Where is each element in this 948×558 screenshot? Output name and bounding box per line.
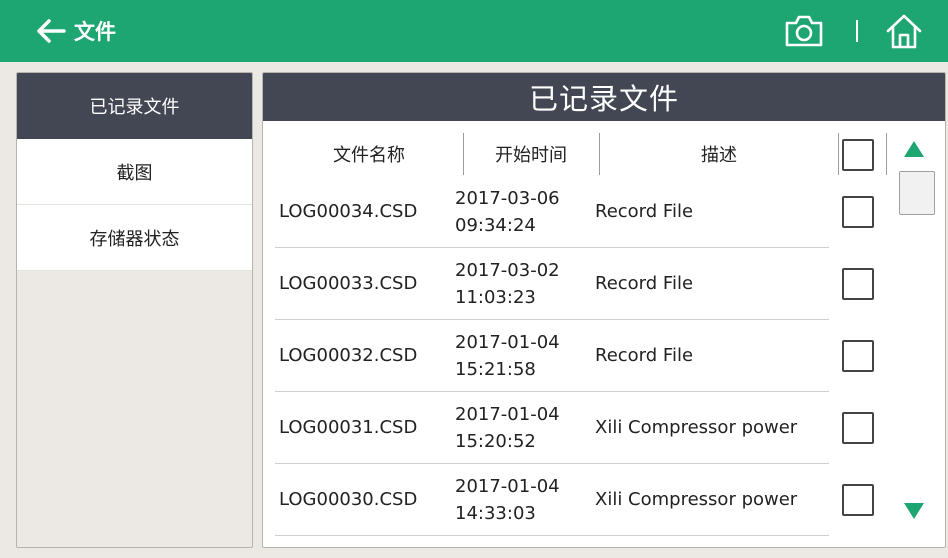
column-header-name: 文件名称 bbox=[333, 145, 405, 166]
row-checkbox[interactable] bbox=[842, 412, 874, 444]
start-clock: 14:33:03 bbox=[455, 502, 536, 524]
column-header-time: 开始时间 bbox=[495, 145, 567, 166]
file-description: Record File bbox=[595, 273, 694, 294]
file-name: LOG00034.CSD bbox=[279, 201, 418, 222]
table-row[interactable]: LOG00032.CSD 2017-01-04 15:21:58 Record … bbox=[275, 320, 829, 392]
sidebar-item-recorded-files[interactable]: 已记录文件 bbox=[17, 73, 252, 139]
scrollbar-thumb[interactable] bbox=[899, 171, 935, 215]
triangle-up-icon bbox=[903, 139, 925, 163]
toolbar-divider bbox=[856, 20, 858, 42]
file-name: LOG00031.CSD bbox=[279, 417, 418, 438]
page-title: 已记录文件 bbox=[263, 73, 945, 121]
sidebar-item-storage-status[interactable]: 存储器状态 bbox=[17, 205, 252, 271]
sidebar-item-label: 存储器状态 bbox=[89, 228, 180, 250]
file-description: Record File bbox=[595, 201, 694, 222]
table-row[interactable]: LOG00033.CSD 2017-03-02 11:03:23 Record … bbox=[275, 248, 829, 320]
start-clock: 15:21:58 bbox=[455, 358, 536, 380]
file-description: Xili Compressor power bbox=[595, 417, 798, 438]
file-name: LOG00030.CSD bbox=[279, 489, 418, 510]
sidebar-item-label: 截图 bbox=[116, 162, 153, 184]
file-name: LOG00032.CSD bbox=[279, 345, 418, 366]
arrow-left-icon bbox=[36, 18, 66, 44]
start-date: 2017-03-06 bbox=[455, 187, 560, 209]
start-date: 2017-01-04 bbox=[455, 475, 560, 497]
file-description: Record File bbox=[595, 345, 694, 366]
home-icon bbox=[884, 14, 924, 54]
start-clock: 15:20:52 bbox=[455, 430, 536, 452]
start-time: 2017-03-06 09:34:24 bbox=[455, 176, 585, 247]
back-button[interactable]: 文件 bbox=[36, 14, 116, 48]
column-divider bbox=[886, 133, 887, 175]
column-header-desc: 描述 bbox=[701, 145, 737, 166]
triangle-down-icon bbox=[903, 501, 925, 525]
start-time: 2017-03-02 11:03:23 bbox=[455, 248, 585, 319]
file-panel: 已记录文件 文件名称 开始时间 描述 LOG00034.CSD 2017-03-… bbox=[262, 72, 946, 548]
start-date: 2017-01-04 bbox=[455, 403, 560, 425]
table-row[interactable]: LOG00031.CSD 2017-01-04 15:20:52 Xili Co… bbox=[275, 392, 829, 464]
table-header: 文件名称 开始时间 描述 bbox=[275, 133, 887, 175]
sidebar: 已记录文件 截图 存储器状态 bbox=[16, 72, 253, 548]
table-row[interactable]: LOG00034.CSD 2017-03-06 09:34:24 Record … bbox=[275, 176, 829, 248]
column-divider bbox=[838, 133, 839, 175]
file-description: Xili Compressor power bbox=[595, 489, 798, 510]
back-label: 文件 bbox=[74, 20, 116, 44]
row-checkbox[interactable] bbox=[842, 484, 874, 516]
row-checkbox[interactable] bbox=[842, 268, 874, 300]
sidebar-item-label: 已记录文件 bbox=[89, 96, 180, 118]
start-time: 2017-01-04 15:20:52 bbox=[455, 392, 585, 463]
start-time: 2017-01-04 14:33:03 bbox=[455, 464, 585, 535]
top-bar: 文件 bbox=[0, 0, 948, 62]
row-checkbox[interactable] bbox=[842, 340, 874, 372]
scroll-up-button[interactable] bbox=[901, 135, 927, 167]
screenshot-button[interactable] bbox=[783, 13, 825, 49]
start-clock: 11:03:23 bbox=[455, 286, 536, 308]
home-button[interactable] bbox=[884, 12, 924, 50]
select-all-checkbox[interactable] bbox=[842, 139, 874, 171]
camera-icon bbox=[783, 15, 825, 53]
row-checkbox[interactable] bbox=[842, 196, 874, 228]
scroll-down-button[interactable] bbox=[901, 497, 927, 529]
table-row[interactable]: LOG00030.CSD 2017-01-04 14:33:03 Xili Co… bbox=[275, 464, 829, 536]
sidebar-item-screenshots[interactable]: 截图 bbox=[17, 139, 252, 205]
start-clock: 09:34:24 bbox=[455, 214, 536, 236]
start-date: 2017-01-04 bbox=[455, 331, 560, 353]
start-time: 2017-01-04 15:21:58 bbox=[455, 320, 585, 391]
file-name: LOG00033.CSD bbox=[279, 273, 418, 294]
start-date: 2017-03-02 bbox=[455, 259, 560, 281]
